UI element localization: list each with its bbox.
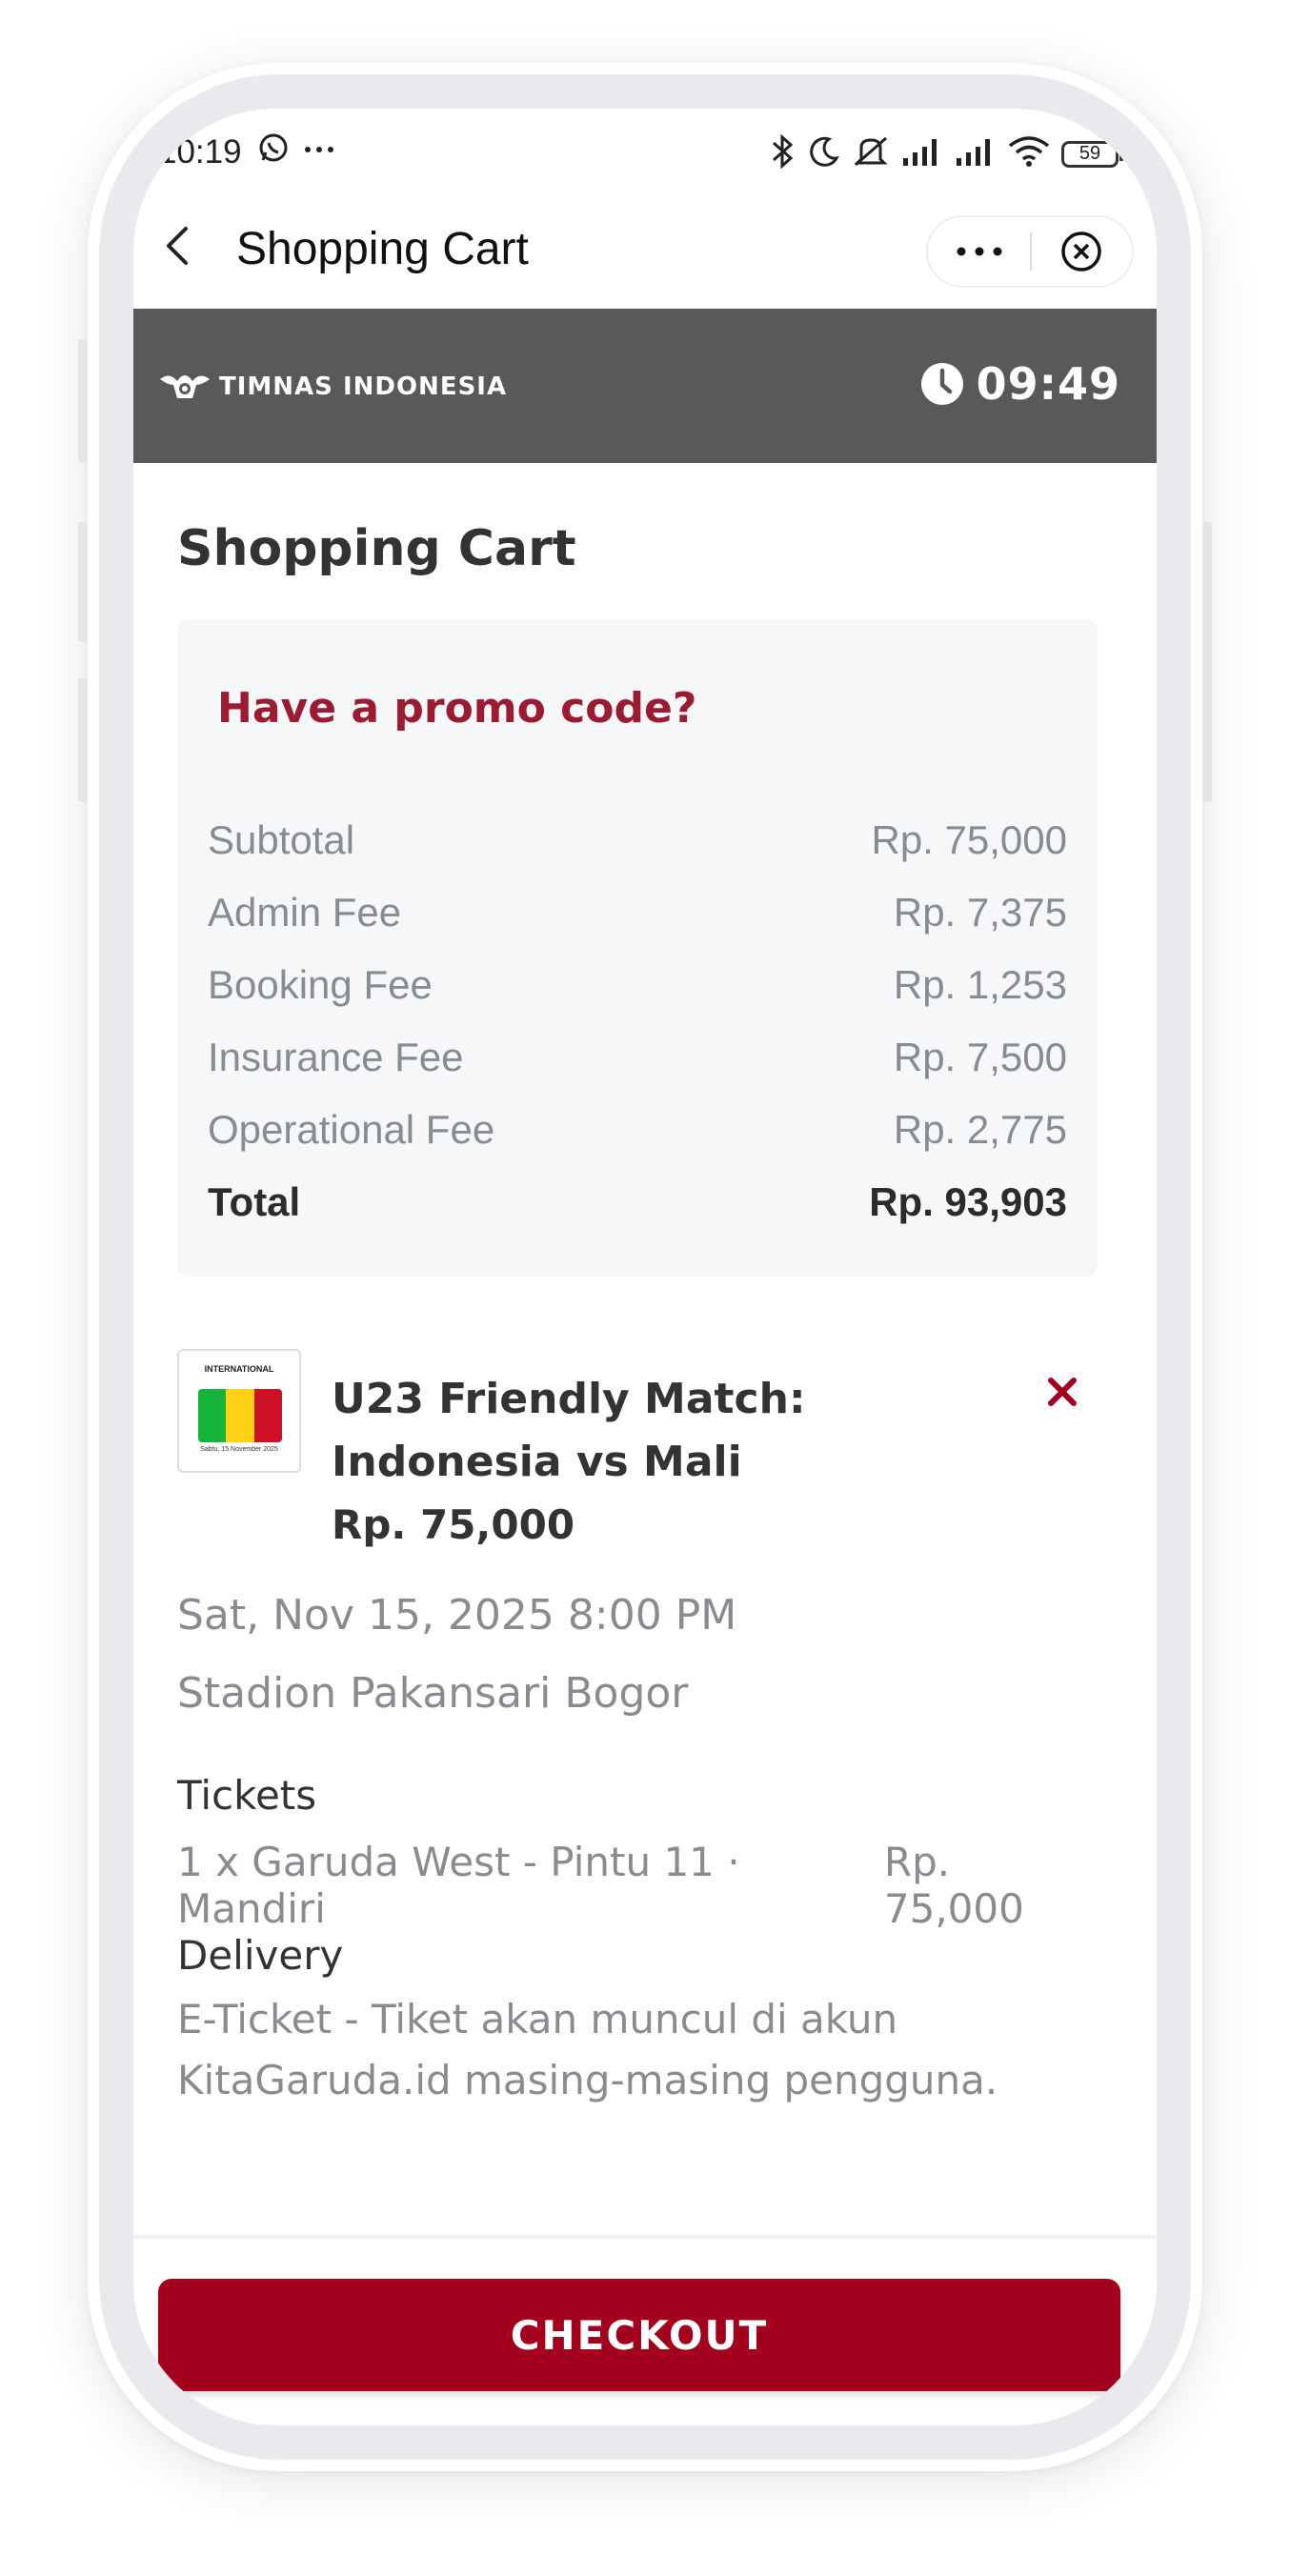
wifi-icon xyxy=(1008,136,1050,171)
clock-icon xyxy=(920,363,963,405)
brand-banner: TIMNAS INDONESIA 09:49 xyxy=(133,309,1157,463)
bluetooth-icon xyxy=(768,133,796,174)
close-circle-icon xyxy=(1061,231,1102,272)
fee-label: Admin Fee xyxy=(208,890,402,935)
moon-icon xyxy=(808,135,840,172)
phone-side-button xyxy=(78,339,88,463)
app-screen: 10:19 59 Shopping Cart TIMNAS INDONESIA … xyxy=(133,109,1157,2425)
fee-label: Operational Fee xyxy=(208,1107,495,1152)
total-label: Total xyxy=(208,1179,301,1224)
thumb-caption: Sabtu, 15 November 2025 xyxy=(200,1446,278,1453)
ticket-row: 1 x Garuda West - Pintu 11 · Mandiri Rp.… xyxy=(177,1839,1098,1932)
nav-bar: Shopping Cart xyxy=(133,194,1157,309)
nav-title: Shopping Cart xyxy=(236,224,529,274)
page-title: Shopping Cart xyxy=(177,520,576,577)
fee-value: Rp. 75,000 xyxy=(871,817,1068,862)
delivery-text: E-Ticket - Tiket akan muncul di akun Kit… xyxy=(177,1996,998,2103)
tickets-label: Tickets xyxy=(177,1772,317,1819)
event-date: Sat, Nov 15, 2025 8:00 PM xyxy=(177,1591,737,1640)
event-venue: Stadion Pakansari Bogor xyxy=(177,1669,689,1718)
cart-content: Shopping Cart Have a promo code? Subtota… xyxy=(133,463,1157,2340)
timer-text: 09:49 xyxy=(976,358,1120,410)
fee-row-insurance: Insurance Fee Rp. 7,500 xyxy=(208,1035,1067,1080)
close-mini-program-button[interactable] xyxy=(1032,217,1132,286)
thumb-header: INTERNATIONAL xyxy=(204,1364,274,1374)
battery-icon: 59 xyxy=(1061,140,1123,168)
mute-icon xyxy=(852,134,890,173)
total-value: Rp. 93,903 xyxy=(869,1179,1067,1224)
more-horizontal-icon xyxy=(957,247,1001,256)
fee-value: Rp. 2,775 xyxy=(893,1107,1067,1152)
fee-row-booking: Booking Fee Rp. 1,253 xyxy=(208,962,1067,1008)
brand-logo: TIMNAS INDONESIA xyxy=(156,366,507,408)
phone-side-button xyxy=(78,678,88,802)
fee-value: Rp. 7,375 xyxy=(893,890,1067,935)
ticket-price: Rp. 75,000 xyxy=(883,1839,1024,1932)
fee-row-subtotal: Subtotal Rp. 75,000 xyxy=(208,817,1067,863)
status-bar: 10:19 59 xyxy=(133,109,1157,194)
close-icon xyxy=(1048,1378,1077,1406)
signal-icon xyxy=(955,137,997,171)
fee-row-total: Total Rp. 93,903 xyxy=(208,1179,1067,1225)
fee-value: Rp. 1,253 xyxy=(893,962,1067,1007)
garuda-emblem-icon xyxy=(160,375,210,398)
event-price: Rp. 75,000 xyxy=(332,1501,575,1548)
more-notifications-icon xyxy=(303,142,335,159)
footer-divider xyxy=(133,2235,1157,2239)
whatsapp-icon xyxy=(257,131,290,169)
phone-side-button xyxy=(1202,522,1212,802)
countdown-timer: 09:49 xyxy=(919,358,1120,410)
mali-flag-icon xyxy=(198,1389,282,1442)
checkout-button[interactable]: CHECKOUT xyxy=(158,2279,1120,2391)
more-options-button[interactable] xyxy=(928,217,1030,286)
remove-item-button[interactable] xyxy=(1038,1368,1086,1416)
fee-row-operational: Operational Fee Rp. 2,775 xyxy=(208,1107,1067,1153)
status-right-icons: 59 xyxy=(768,133,1123,174)
fee-row-admin: Admin Fee Rp. 7,375 xyxy=(208,890,1067,936)
back-button[interactable] xyxy=(149,219,206,276)
chevron-left-icon xyxy=(163,225,191,272)
fee-label: Insurance Fee xyxy=(208,1035,464,1079)
ticket-description: 1 x Garuda West - Pintu 11 · Mandiri xyxy=(177,1839,740,1932)
status-time: 10:19 xyxy=(158,133,242,171)
fee-label: Subtotal xyxy=(208,817,355,862)
event-thumbnail: INTERNATIONAL Sabtu, 15 November 2025 xyxy=(177,1349,301,1473)
promo-code-link[interactable]: Have a promo code? xyxy=(217,684,696,733)
fee-label: Booking Fee xyxy=(208,962,433,1007)
signal-icon xyxy=(901,137,943,171)
status-left-icons xyxy=(257,131,335,169)
fee-value: Rp. 7,500 xyxy=(893,1035,1067,1079)
brand-text: TIMNAS INDONESIA xyxy=(219,372,508,401)
order-summary-card: Have a promo code? Subtotal Rp. 75,000 A… xyxy=(177,619,1098,1277)
phone-side-button xyxy=(78,522,88,642)
mini-program-capsule xyxy=(926,215,1134,288)
event-title: U23 Friendly Match: Indonesia vs Mali xyxy=(332,1375,806,1486)
delivery-label: Delivery xyxy=(177,1932,344,1979)
